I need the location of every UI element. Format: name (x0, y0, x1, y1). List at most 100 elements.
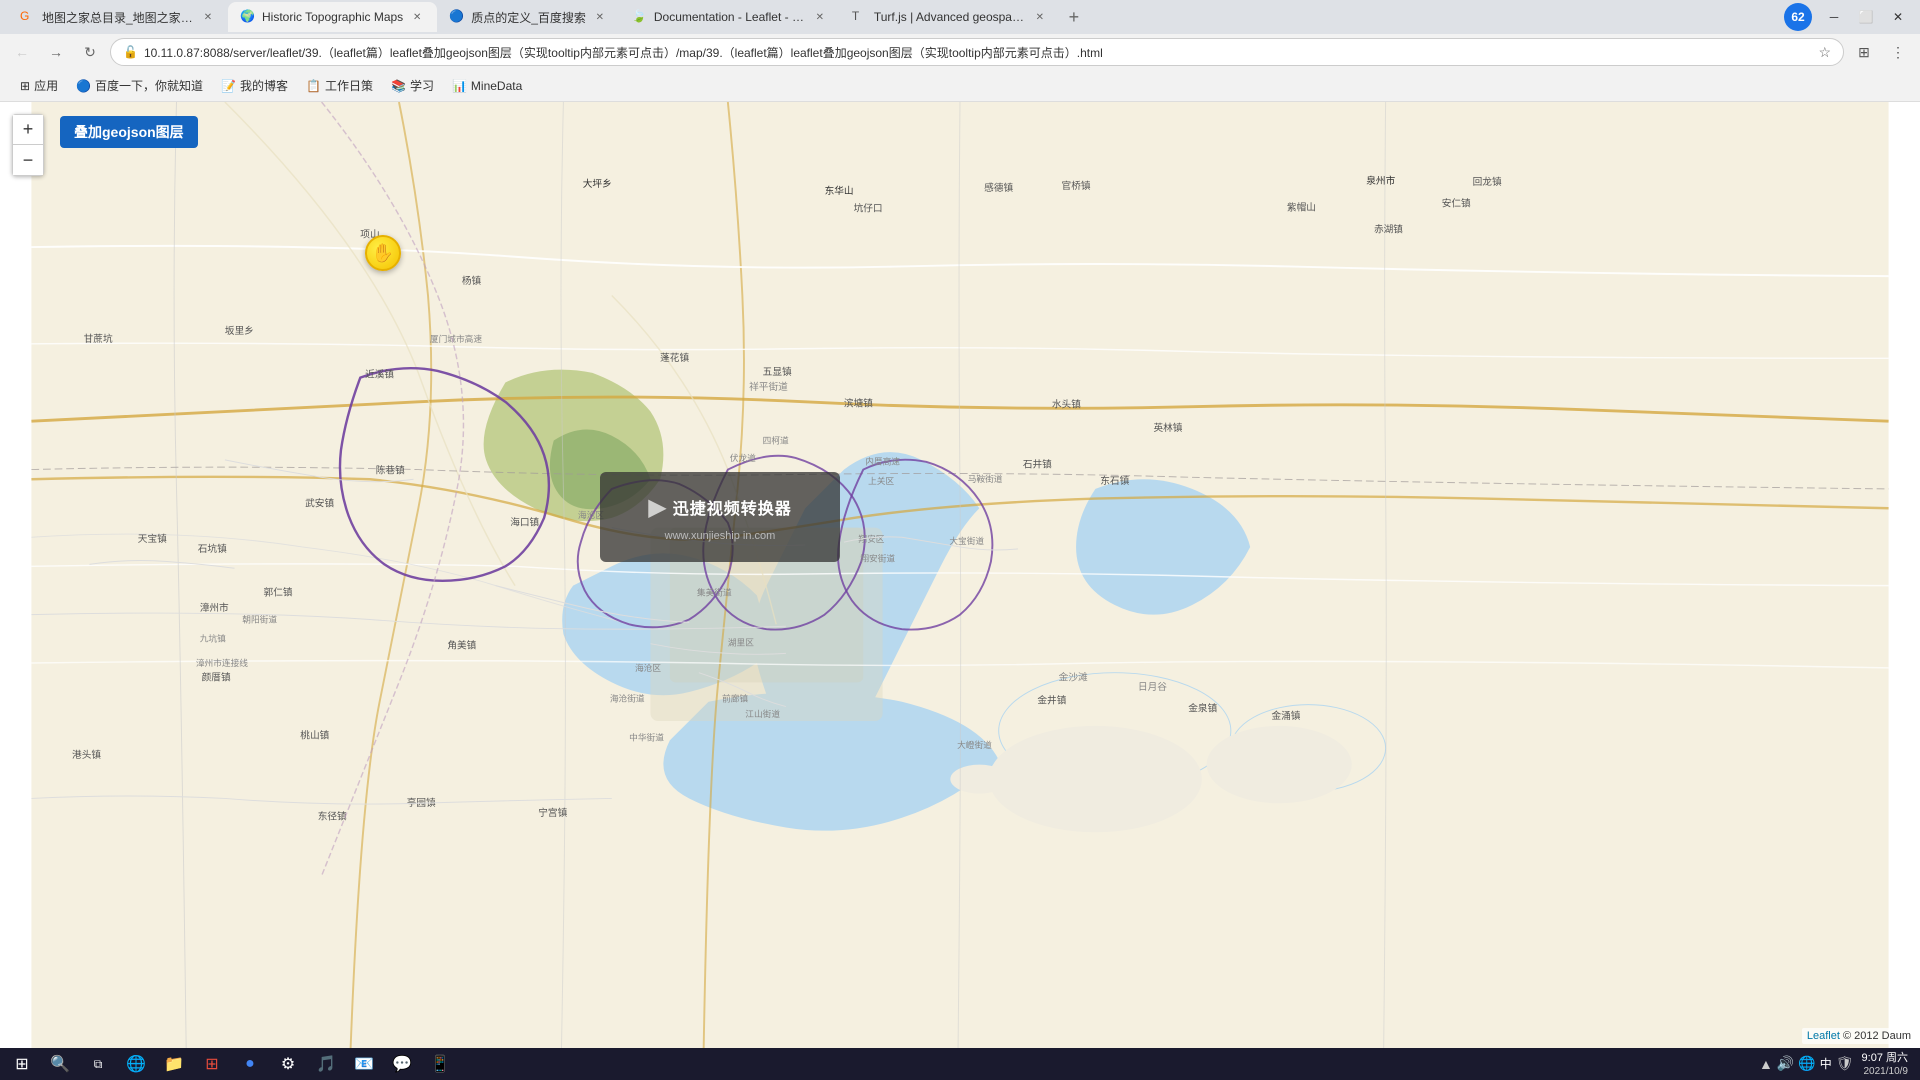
wechat-icon: 💬 (392, 1054, 412, 1074)
tray-datetime[interactable]: 9:07 周六 2021/10/9 (1862, 1051, 1908, 1076)
edge-icon: 🌐 (126, 1054, 146, 1074)
system-tray: ▲ 🔊 🌐 中 🛡 9:07 周六 2021/10/9 (1751, 1051, 1916, 1076)
mail-button[interactable]: 📧 (346, 1050, 382, 1078)
svg-text:蓬花镇: 蓬花镇 (660, 352, 689, 364)
svg-text:坑仔口: 坑仔口 (854, 202, 883, 214)
map-container: 大坪乡 东华山 泉州市 紫帽山 官桥镇 项山 杨镇 厦门城市高速 坂里乡 甘蔗坑… (0, 102, 1920, 1048)
map-background: 大坪乡 东华山 泉州市 紫帽山 官桥镇 项山 杨镇 厦门城市高速 坂里乡 甘蔗坑… (0, 102, 1920, 1048)
svg-text:漳州市: 漳州市 (200, 602, 229, 614)
svg-text:石井镇: 石井镇 (1023, 459, 1052, 471)
svg-text:中华街道: 中华街道 (629, 731, 664, 742)
minimize-button[interactable]: ─ (1820, 3, 1848, 31)
tab-historic-maps[interactable]: 🌍 Historic Topographic Maps ✕ (228, 2, 437, 32)
tab-historic-close[interactable]: ✕ (409, 9, 425, 25)
zoom-in-button[interactable]: + (13, 115, 43, 145)
bookmark-baidu-icon: 🔵 (76, 79, 91, 93)
bookmark-blog-label: 我的博客 (240, 77, 288, 94)
svg-text:海沧街道: 海沧街道 (610, 693, 645, 704)
search-icon: 🔍 (50, 1054, 70, 1074)
svg-text:武安镇: 武安镇 (305, 497, 334, 509)
menu-button[interactable]: ⋮ (1884, 38, 1912, 66)
zoom-out-button[interactable]: − (13, 145, 43, 175)
leaflet-link[interactable]: Leaflet (1807, 1030, 1840, 1042)
video-converter-overlay: ▶ 迅捷视频转换器 www.xunjieship in.com (600, 472, 840, 562)
address-bar[interactable]: 🔓 10.11.0.87:8088/server/leaflet/39.（lea… (110, 38, 1844, 66)
bookmark-work[interactable]: 📋 工作日策 (298, 74, 381, 98)
settings-button[interactable]: ⚙ (270, 1050, 306, 1078)
tray-time-display: 9:07 周六 (1862, 1051, 1908, 1065)
back-button[interactable]: ← (8, 38, 36, 66)
svg-text:厦门城市高速: 厦门城市高速 (430, 333, 482, 344)
bookmark-work-label: 工作日策 (325, 77, 373, 94)
bookmark-blog[interactable]: 📝 我的博客 (213, 74, 296, 98)
extensions-button[interactable]: ⊞ (1850, 38, 1878, 66)
svg-text:前廊镇: 前廊镇 (722, 693, 748, 704)
search-button[interactable]: 🔍 (42, 1050, 78, 1078)
chrome-icon: ● (245, 1055, 255, 1073)
svg-text:近溪镇: 近溪镇 (365, 369, 394, 381)
tab-csdn[interactable]: G 地图之家总目录_地图之家-CSDN... ✕ (8, 2, 228, 32)
bookmark-star-icon[interactable]: ☆ (1818, 44, 1831, 61)
bookmark-study[interactable]: 📚 学习 (383, 74, 442, 98)
edge-button[interactable]: 🌐 (118, 1050, 154, 1078)
map-attribution[interactable]: Leaflet © 2012 Daum (1802, 1028, 1916, 1044)
svg-text:东石镇: 东石镇 (1100, 475, 1129, 487)
maximize-button[interactable]: ⬜ (1852, 3, 1880, 31)
tab-leaflet-close[interactable]: ✕ (812, 9, 828, 25)
tab-turf-close[interactable]: ✕ (1032, 9, 1048, 25)
tray-up-arrow[interactable]: ▲ (1759, 1056, 1773, 1072)
bookmark-work-icon: 📋 (306, 79, 321, 93)
tab-leaflet[interactable]: 🍃 Documentation - Leaflet - a J... ✕ (620, 2, 840, 32)
phone-button[interactable]: 📱 (422, 1050, 458, 1078)
refresh-button[interactable]: ↻ (76, 38, 104, 66)
svg-text:金泉镇: 金泉镇 (1188, 702, 1217, 714)
svg-text:滨塘镇: 滨塘镇 (844, 398, 873, 410)
svg-text:坂里乡: 坂里乡 (225, 326, 254, 337)
music-icon: 🎵 (316, 1054, 336, 1074)
svg-text:桃山镇: 桃山镇 (300, 729, 329, 741)
tab-csdn-close[interactable]: ✕ (200, 9, 216, 25)
tab-baidu-close[interactable]: ✕ (592, 9, 608, 25)
tab-leaflet-favicon: 🍃 (632, 9, 648, 25)
forward-button[interactable]: → (42, 38, 70, 66)
security-icon: 🔓 (123, 45, 138, 59)
task-view-icon: ⧉ (94, 1057, 103, 1072)
start-button[interactable]: ⊞ (4, 1050, 40, 1078)
wechat-button[interactable]: 💬 (384, 1050, 420, 1078)
profile-avatar[interactable]: 62 (1784, 3, 1812, 31)
svg-text:集美街道: 集美街道 (697, 586, 732, 597)
task-view-button[interactable]: ⧉ (80, 1050, 116, 1078)
address-bar-row: ← → ↻ 🔓 10.11.0.87:8088/server/leaflet/3… (0, 34, 1920, 70)
tab-turf-label: Turf.js | Advanced geospatial... (874, 10, 1026, 24)
svg-text:宁宫镇: 宁宫镇 (538, 807, 567, 819)
tray-network-icon[interactable]: 🌐 (1798, 1055, 1815, 1072)
bookmark-baidu[interactable]: 🔵 百度一下，你就知道 (68, 74, 211, 98)
svg-text:翔安街道: 翔安街道 (860, 552, 895, 563)
close-button[interactable]: ✕ (1884, 3, 1912, 31)
tray-volume-icon[interactable]: 🔊 (1777, 1055, 1794, 1072)
chrome-taskbar-button[interactable]: ● (232, 1050, 268, 1078)
bookmark-minedata[interactable]: 📊 MineData (444, 74, 530, 98)
svg-text:大嶝街道: 大嶝街道 (957, 739, 992, 750)
video-overlay-icon: ▶ (648, 493, 666, 522)
svg-text:安仁镇: 安仁镇 (1442, 197, 1471, 209)
tab-baidu-search[interactable]: 🔵 质点的定义_百度搜索 ✕ (437, 2, 620, 32)
bookmark-minedata-label: MineData (471, 79, 522, 93)
store-button[interactable]: ⊞ (194, 1050, 230, 1078)
geojson-overlay-button[interactable]: 叠加geojson图层 (60, 116, 198, 148)
map-marker[interactable]: ✋ (365, 235, 401, 271)
bookmark-study-label: 学习 (410, 77, 434, 94)
svg-text:大坪乡: 大坪乡 (583, 178, 612, 190)
tab-turf[interactable]: T Turf.js | Advanced geospatial... ✕ (840, 2, 1060, 32)
file-explorer-button[interactable]: 📁 (156, 1050, 192, 1078)
bookmark-apps[interactable]: ⊞ 应用 (12, 74, 66, 98)
svg-text:上关区: 上关区 (868, 475, 894, 486)
tray-input-icon[interactable]: 中 (1820, 1055, 1832, 1072)
new-tab-button[interactable]: + (1060, 3, 1088, 31)
tray-antivirus-icon[interactable]: 🛡 (1836, 1055, 1854, 1072)
svg-text:金涌镇: 金涌镇 (1271, 710, 1300, 722)
svg-text:马鞍街道: 马鞍街道 (968, 473, 1003, 484)
svg-text:漳州市连接线: 漳州市连接线 (196, 657, 248, 668)
music-button[interactable]: 🎵 (308, 1050, 344, 1078)
bookmark-minedata-icon: 📊 (452, 79, 467, 93)
